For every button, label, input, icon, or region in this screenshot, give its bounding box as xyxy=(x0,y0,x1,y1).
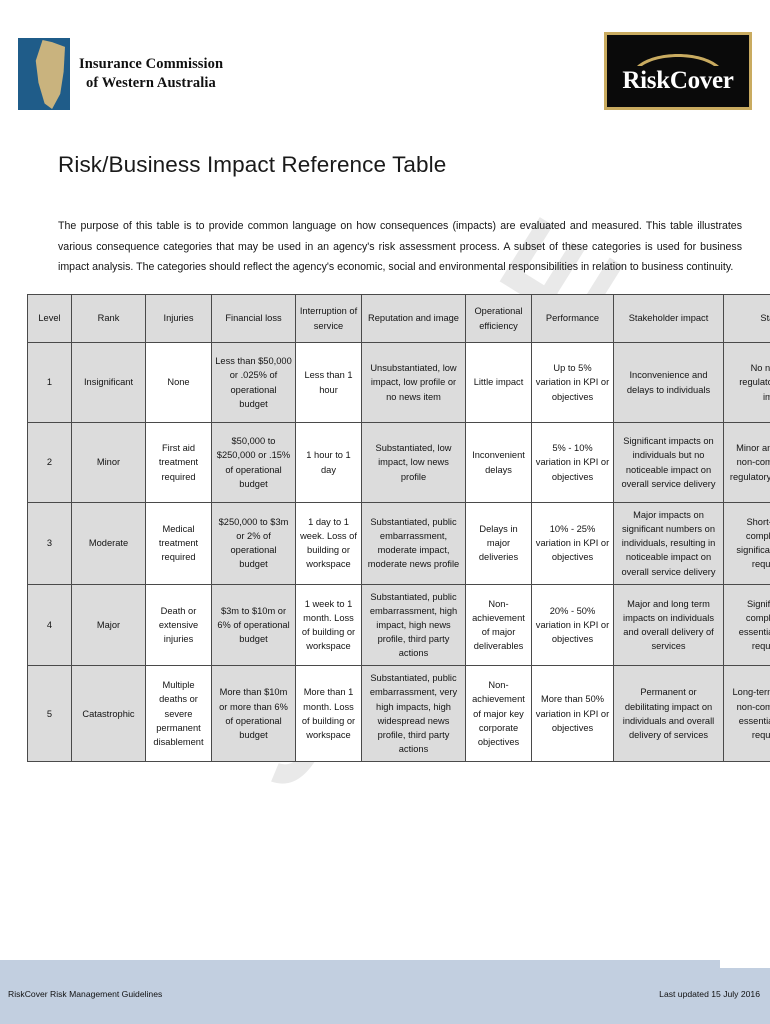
cell-stakeholder-impact: Inconvenience and delays to individuals xyxy=(613,342,724,423)
cell-operational-efficiency: Delays in major deliveries xyxy=(465,502,532,585)
cell-stakeholder-impact: Major impacts on significant numbers on … xyxy=(613,502,724,585)
cell-rank: Minor xyxy=(71,422,146,503)
insurance-commission-logo: Insurance Commission of Western Australi… xyxy=(18,38,223,110)
cell-stakeholder-impact: Major and long term impacts on individua… xyxy=(613,583,724,667)
cell-statutory: Minor and temporary non-compliance with … xyxy=(723,422,770,503)
cell-level: 2 xyxy=(27,422,72,503)
footer-document-name: RiskCover Risk Management Guidelines xyxy=(8,989,163,999)
cell-injuries: Medical treatment required xyxy=(145,502,212,585)
page-title: Risk/Business Impact Reference Table xyxy=(58,152,447,177)
table-header-row: Level Rank Injuries Financial loss Inter… xyxy=(27,294,770,343)
cell-rank: Catastrophic xyxy=(71,665,146,762)
column-header-rank: Rank xyxy=(71,294,146,343)
cell-operational-efficiency: Non-achievement of major key corporate o… xyxy=(465,665,532,762)
risk-reference-table-container: Level Rank Injuries Financial loss Inter… xyxy=(27,294,770,762)
cell-level: 4 xyxy=(27,583,72,667)
cell-financial-loss: $3m to $10m or 6% of operational budget xyxy=(211,583,296,667)
cell-rank: Major xyxy=(71,583,146,667)
cell-statutory: No noticeable regulatory/statutory impac… xyxy=(723,342,770,423)
riskcover-wordmark: RiskCover xyxy=(622,67,734,94)
cell-interruption-of-service: More than 1 month. Loss of building or w… xyxy=(295,665,362,762)
page-footer: RiskCover Risk Management Guidelines Las… xyxy=(0,968,770,1024)
cell-reputation-and-image: Unsubstantiated, low impact, low profile… xyxy=(361,342,466,423)
page-header: Insurance Commission of Western Australi… xyxy=(0,0,770,132)
cell-injuries: Death or extensive injuries xyxy=(145,583,212,667)
column-header-statutory: Statutory xyxy=(723,294,770,343)
cell-performance: 10% - 25% variation in KPI or objectives xyxy=(531,502,614,585)
cell-performance: 5% - 10% variation in KPI or objectives xyxy=(531,422,614,503)
cell-statutory: Long-term or indefinite non-compliance w… xyxy=(723,665,770,762)
cell-rank: Moderate xyxy=(71,502,146,585)
cell-interruption-of-service: 1 day to 1 week. Loss of building or wor… xyxy=(295,502,362,585)
risk-business-impact-table: Level Rank Injuries Financial loss Inter… xyxy=(27,294,770,762)
wa-state-shape xyxy=(35,40,65,109)
footer-divider xyxy=(0,960,720,968)
cell-level: 5 xyxy=(27,665,72,762)
cell-level: 3 xyxy=(27,502,72,585)
cell-injuries: First aid treatment required xyxy=(145,422,212,503)
cell-financial-loss: Less than $50,000 or .025% of operationa… xyxy=(211,342,296,423)
cell-reputation-and-image: Substantiated, public embarrassment, mod… xyxy=(361,502,466,585)
cell-operational-efficiency: Non-achievement of major deliverables xyxy=(465,583,532,667)
logo-line-2: of Western Australia xyxy=(86,75,216,91)
column-header-stakeholder-impact: Stakeholder impact xyxy=(613,294,724,343)
cell-statutory: Short-term non-compliance with significa… xyxy=(723,502,770,585)
table-row: 5 Catastrophic Multiple deaths or severe… xyxy=(27,665,770,762)
cell-performance: 20% - 50% variation in KPI or objectives xyxy=(531,583,614,667)
footer-last-updated: Last updated 15 July 2016 xyxy=(659,989,760,999)
cell-interruption-of-service: Less than 1 hour xyxy=(295,342,362,423)
cell-injuries: None xyxy=(145,342,212,423)
logo-line-1: Insurance Commission xyxy=(79,56,224,73)
cell-performance: Up to 5% variation in KPI or objectives xyxy=(531,342,614,423)
cell-injuries: Multiple deaths or severe permanent disa… xyxy=(145,665,212,762)
cell-interruption-of-service: 1 hour to 1 day xyxy=(295,422,362,503)
document-page: SAMPLE Insurance Commission of Western A… xyxy=(0,0,770,1024)
column-header-injuries: Injuries xyxy=(145,294,212,343)
cell-statutory: Significant non-compliance with essentia… xyxy=(723,583,770,667)
column-header-financial-loss: Financial loss xyxy=(211,294,296,343)
cell-reputation-and-image: Substantiated, low impact, low news prof… xyxy=(361,422,466,503)
cell-financial-loss: $250,000 to $3m or 2% of operational bud… xyxy=(211,502,296,585)
column-header-operational-efficiency: Operational efficiency xyxy=(465,294,532,343)
table-row: 4 Major Death or extensive injuries $3m … xyxy=(27,583,770,667)
cell-performance: More than 50% variation in KPI or object… xyxy=(531,665,614,762)
cell-stakeholder-impact: Significant impacts on individuals but n… xyxy=(613,422,724,503)
table-row: 1 Insignificant None Less than $50,000 o… xyxy=(27,342,770,423)
cell-reputation-and-image: Substantiated, public embarrassment, hig… xyxy=(361,583,466,667)
column-header-performance: Performance xyxy=(531,294,614,343)
cell-rank: Insignificant xyxy=(71,342,146,423)
cell-financial-loss: More than $10m or more than 6% of operat… xyxy=(211,665,296,762)
insurance-commission-wordmark: Insurance Commission of Western Australi… xyxy=(79,55,223,92)
column-header-level: Level xyxy=(27,294,72,343)
cell-stakeholder-impact: Permanent or debilitating impact on indi… xyxy=(613,665,724,762)
cell-operational-efficiency: Little impact xyxy=(465,342,532,423)
column-header-interruption-of-service: Interruption of service xyxy=(295,294,362,343)
cell-operational-efficiency: Inconvenient delays xyxy=(465,422,532,503)
western-australia-map-icon xyxy=(18,38,70,110)
riskcover-arc-icon xyxy=(637,54,719,66)
table-row: 3 Moderate Medical treatment required $2… xyxy=(27,502,770,585)
cell-reputation-and-image: Substantiated, public embarrassment, ver… xyxy=(361,665,466,762)
cell-level: 1 xyxy=(27,342,72,423)
cell-interruption-of-service: 1 week to 1 month. Loss of building or w… xyxy=(295,583,362,667)
riskcover-logo: RiskCover xyxy=(604,32,752,110)
intro-paragraph: The purpose of this table is to provide … xyxy=(58,220,742,274)
table-row: 2 Minor First aid treatment required $50… xyxy=(27,422,770,503)
column-header-reputation-and-image: Reputation and image xyxy=(361,294,466,343)
cell-financial-loss: $50,000 to $250,000 or .15% of operation… xyxy=(211,422,296,503)
